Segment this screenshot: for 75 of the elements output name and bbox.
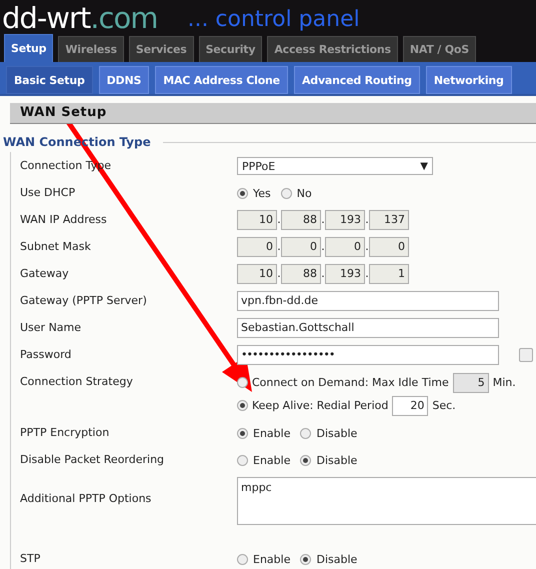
radio-label: Disable bbox=[316, 552, 358, 566]
ip-octet-field[interactable]: 0 bbox=[237, 237, 277, 257]
radio-button[interactable] bbox=[300, 554, 312, 564]
nav-tab[interactable]: Security bbox=[198, 36, 262, 62]
field-label: Password bbox=[19, 347, 72, 363]
field-label: User Name bbox=[19, 320, 82, 336]
ip-dot: . bbox=[365, 212, 369, 228]
field-label: Additional PPTP Options bbox=[19, 491, 152, 507]
field-label: Disable Packet Reordering bbox=[19, 452, 166, 468]
ip-dot: . bbox=[277, 266, 281, 282]
field-label: Connection Strategy bbox=[19, 374, 134, 390]
ip-octet-field[interactable]: 193 bbox=[325, 264, 365, 284]
radio-label: Enable bbox=[253, 426, 290, 440]
ip-octet-field[interactable]: 1 bbox=[369, 264, 409, 284]
nav-tab[interactable]: Setup bbox=[4, 34, 54, 62]
logo: dd-wrt.com bbox=[2, 2, 158, 34]
subnav-tab[interactable]: DDNS bbox=[98, 66, 150, 94]
field-label: Gateway (PPTP Server) bbox=[19, 293, 148, 309]
ip-octet-field[interactable]: 0 bbox=[281, 237, 321, 257]
radio-label: Enable bbox=[253, 454, 290, 466]
field-label: Gateway bbox=[19, 266, 70, 282]
field-label: Use DHCP bbox=[19, 185, 76, 201]
text-field[interactable]: Sebastian.Gottschall bbox=[237, 318, 499, 338]
ip-octet-field[interactable]: 0 bbox=[325, 237, 365, 257]
ip-octet-field[interactable]: 88 bbox=[281, 210, 321, 230]
field-label: STP bbox=[19, 551, 42, 567]
ip-octet-field[interactable]: 10 bbox=[237, 210, 277, 230]
subnav-tab[interactable]: Basic Setup bbox=[6, 66, 93, 94]
field-label: Subnet Mask bbox=[19, 239, 92, 255]
nav-tab[interactable]: Services bbox=[128, 36, 194, 62]
radio-button[interactable] bbox=[237, 188, 248, 198]
ip-dot: . bbox=[277, 239, 281, 255]
field-label: PPTP Encryption bbox=[19, 425, 110, 441]
ip-dot: . bbox=[321, 239, 325, 255]
ip-dot: . bbox=[321, 212, 325, 228]
radio-button[interactable] bbox=[237, 428, 248, 438]
subnav-tab[interactable]: Networking bbox=[426, 66, 512, 94]
ip-octet-field[interactable]: 137 bbox=[369, 210, 409, 230]
subnav-tab[interactable]: Advanced Routing bbox=[294, 66, 420, 94]
radio-label: Enable bbox=[253, 552, 290, 566]
section-title: WAN Setup bbox=[10, 103, 536, 124]
radio-button[interactable] bbox=[300, 454, 312, 466]
radio-button[interactable] bbox=[300, 428, 312, 438]
ip-dot: . bbox=[365, 266, 369, 282]
ip-octet-field[interactable]: 10 bbox=[237, 264, 277, 284]
nav-tab[interactable]: Access Restrictions bbox=[267, 36, 398, 62]
radio-label: Connect on Demand: Max Idle Time bbox=[252, 376, 449, 389]
radio-label: Disable bbox=[316, 426, 358, 440]
ip-octet-field[interactable]: 0 bbox=[369, 237, 409, 257]
radio-label: Keep Alive: Redial Period bbox=[252, 399, 388, 412]
nav-tab[interactable]: Wireless bbox=[58, 36, 124, 62]
subnav-tab[interactable]: MAC Address Clone bbox=[155, 66, 288, 94]
ip-dot: . bbox=[277, 212, 281, 228]
unit-label: Sec. bbox=[432, 399, 456, 412]
ip-dot: . bbox=[321, 266, 325, 282]
dropdown[interactable]: PPPoE ▼ bbox=[237, 157, 433, 175]
checkbox[interactable] bbox=[519, 348, 533, 362]
ip-octet-field[interactable]: 88 bbox=[281, 264, 321, 284]
unit-label: Min. bbox=[492, 376, 516, 389]
password-field[interactable]: ••••••••••••••••• bbox=[237, 345, 499, 365]
radio-label: Yes bbox=[253, 186, 271, 200]
radio-button[interactable] bbox=[237, 554, 248, 564]
ip-dot: . bbox=[365, 239, 369, 255]
text-area[interactable]: mppc bbox=[237, 477, 536, 525]
field-label: WAN IP Address bbox=[19, 212, 108, 228]
tagline: ... control panel bbox=[187, 6, 360, 34]
number-field[interactable]: 20 bbox=[392, 396, 428, 416]
ip-octet-field[interactable]: 193 bbox=[325, 210, 365, 230]
radio-label: No bbox=[296, 186, 312, 200]
radio-button[interactable] bbox=[280, 188, 292, 198]
radio-button[interactable] bbox=[237, 400, 248, 411]
text-field[interactable]: vpn.fbn-dd.de bbox=[237, 291, 499, 311]
radio-button[interactable] bbox=[237, 454, 248, 466]
nav-tab[interactable]: NAT / QoS bbox=[402, 36, 476, 62]
radio-label: Disable bbox=[316, 454, 358, 466]
